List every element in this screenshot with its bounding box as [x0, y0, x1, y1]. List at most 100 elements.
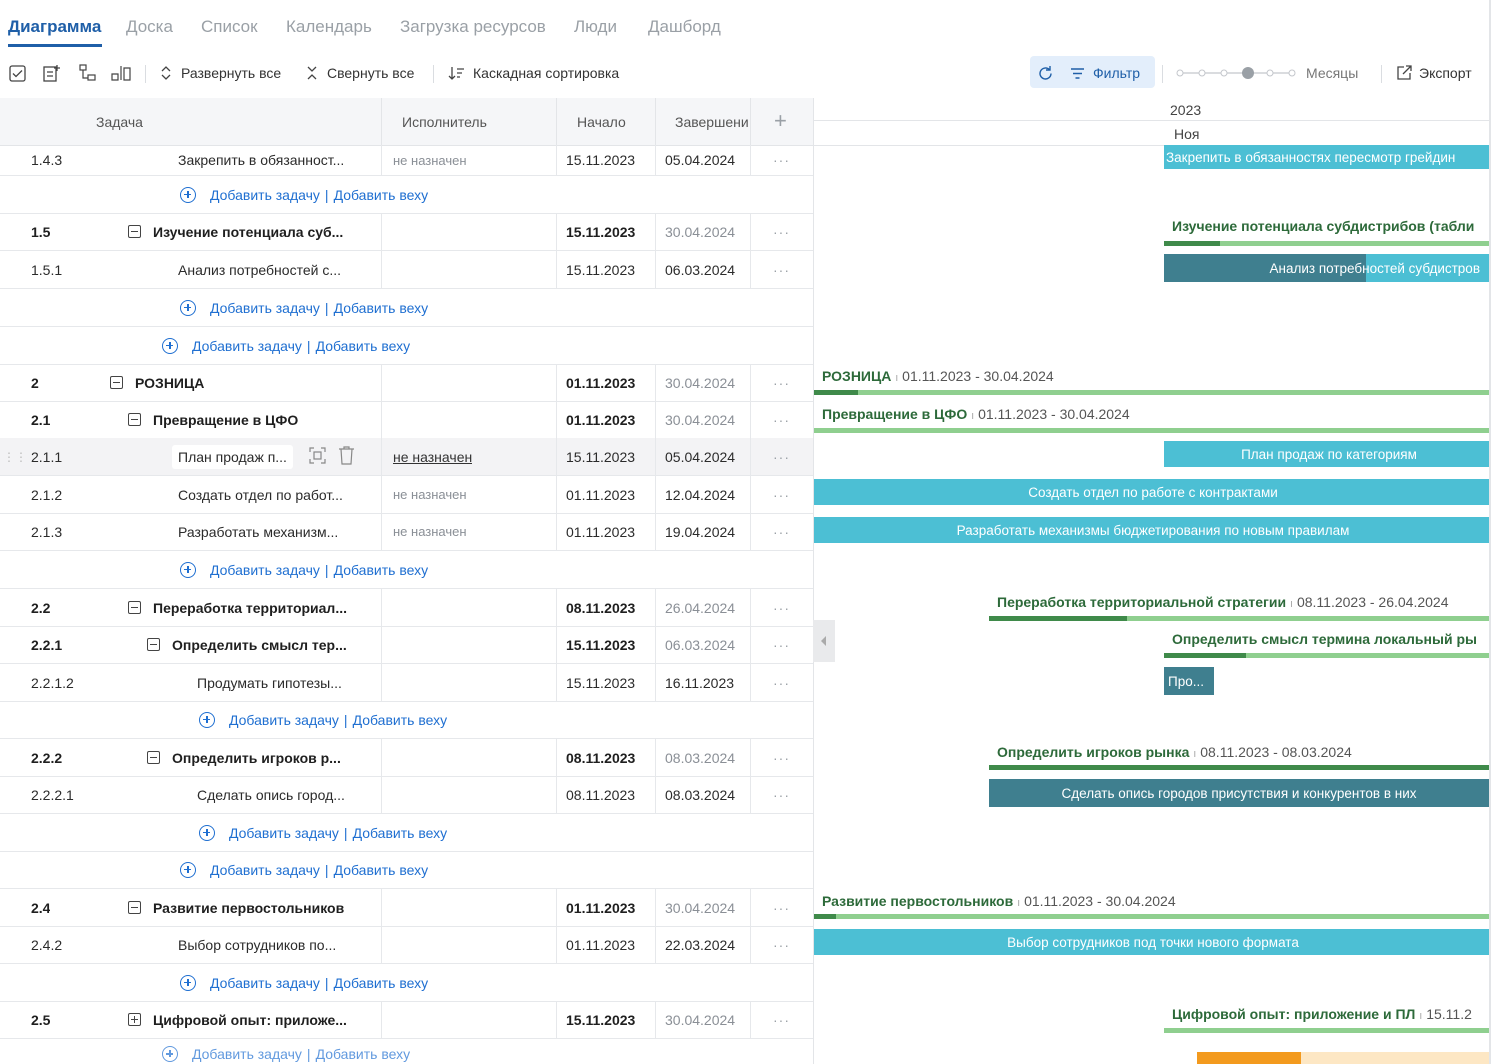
- tab-resource-load[interactable]: Загрузка ресурсов: [400, 17, 546, 37]
- column-task[interactable]: Задача: [96, 114, 143, 130]
- end-date[interactable]: 16.11.2023: [665, 664, 734, 701]
- task-name[interactable]: Создать отдел по работ...: [178, 476, 378, 513]
- add-task-link[interactable]: Добавить задачу: [210, 300, 320, 316]
- gantt-bar-partial[interactable]: [1197, 1052, 1491, 1064]
- row-menu-button[interactable]: ···: [773, 438, 790, 475]
- collapse-toggle-icon[interactable]: [147, 751, 160, 764]
- table-row[interactable]: 2.1.2 Создать отдел по работ... не назна…: [0, 476, 813, 514]
- hierarchy-icon[interactable]: [79, 56, 97, 90]
- end-date[interactable]: 30.04.2024: [665, 889, 735, 926]
- row-menu-button[interactable]: ···: [773, 513, 790, 550]
- table-row[interactable]: 2.2.2.1 Сделать опись город... 08.11.202…: [0, 776, 813, 814]
- row-menu-button[interactable]: ···: [773, 776, 790, 813]
- add-milestone-link[interactable]: Добавить веху: [353, 712, 448, 728]
- table-row[interactable]: 1.5.1 Анализ потребностей с... 15.11.202…: [0, 251, 813, 289]
- gantt-bar[interactable]: Сделать опись городов присутствия и конк…: [989, 779, 1489, 807]
- gantt-bar[interactable]: Анализ потребностей субдистров: [1164, 254, 1490, 282]
- row-menu-button[interactable]: ···: [773, 213, 790, 250]
- row-menu-button[interactable]: ···: [773, 664, 790, 701]
- start-date[interactable]: 15.11.2023: [566, 213, 635, 250]
- table-row[interactable]: 2 РОЗНИЦА 01.11.2023 30.04.2024 ···: [0, 364, 813, 402]
- column-end[interactable]: Завершени: [675, 114, 749, 130]
- gantt-group-label[interactable]: Изучение потенциала субдистрибов (табли: [1172, 218, 1474, 234]
- task-name[interactable]: Изучение потенциала суб...: [153, 224, 343, 240]
- row-menu-button[interactable]: ···: [773, 364, 790, 401]
- collapse-toggle-icon[interactable]: [147, 638, 160, 651]
- collapse-all-button[interactable]: Свернуть все: [306, 56, 414, 90]
- table-row[interactable]: 2.1 Превращение в ЦФО 01.11.2023 30.04.2…: [0, 401, 813, 439]
- task-name[interactable]: Превращение в ЦФО: [153, 412, 298, 428]
- add-task-link[interactable]: Добавить задачу: [229, 825, 339, 841]
- task-name[interactable]: План продаж п...: [172, 444, 293, 469]
- end-date[interactable]: 22.03.2024: [665, 926, 735, 963]
- row-menu-button[interactable]: ···: [773, 589, 790, 626]
- start-date[interactable]: 15.11.2023: [566, 145, 635, 175]
- start-date[interactable]: 15.11.2023: [566, 251, 635, 288]
- add-milestone-link[interactable]: Добавить веху: [334, 975, 429, 991]
- end-date[interactable]: 05.04.2024: [665, 145, 735, 175]
- task-name[interactable]: Развитие первостольников: [153, 900, 344, 916]
- gantt-bar[interactable]: Выбор сотрудников под точки нового форма…: [814, 929, 1491, 955]
- gantt-group-label[interactable]: Переработка территориальной стратегии ı …: [997, 594, 1449, 610]
- gantt-group-label[interactable]: Цифровой опыт: приложение и ПЛ ı 15.11.2: [1172, 1006, 1472, 1022]
- table-row[interactable]: 2.4.2 Выбор сотрудников по... 01.11.2023…: [0, 926, 813, 964]
- end-date[interactable]: 30.04.2024: [665, 401, 735, 438]
- checkbox-select-icon[interactable]: [9, 56, 26, 90]
- end-date[interactable]: 19.04.2024: [665, 513, 735, 550]
- table-row[interactable]: 1.5 Изучение потенциала суб... 15.11.202…: [0, 213, 813, 251]
- table-row[interactable]: 2.2.1.2 Продумать гипотезы... 15.11.2023…: [0, 664, 813, 702]
- task-name[interactable]: Анализ потребностей с...: [178, 251, 378, 288]
- export-button[interactable]: Экспорт: [1396, 56, 1472, 90]
- collapse-toggle-icon[interactable]: [128, 225, 141, 238]
- table-row[interactable]: 2.2.2 Определить игроков р... 08.11.2023…: [0, 739, 813, 777]
- add-milestone-link[interactable]: Добавить веху: [316, 1046, 411, 1062]
- add-milestone-link[interactable]: Добавить веху: [334, 300, 429, 316]
- collapse-toggle-icon[interactable]: [128, 601, 141, 614]
- end-date[interactable]: 05.04.2024: [665, 438, 735, 475]
- row-menu-button[interactable]: ···: [773, 1001, 790, 1038]
- start-date[interactable]: 15.11.2023: [566, 1001, 635, 1038]
- task-name[interactable]: Продумать гипотезы...: [197, 664, 377, 701]
- add-task-link[interactable]: Добавить задачу: [210, 862, 320, 878]
- task-name[interactable]: Сделать опись город...: [197, 776, 377, 813]
- table-row-selected[interactable]: ⋮⋮ 2.1.1 План продаж п... не назначен 15…: [0, 438, 813, 476]
- add-task-link[interactable]: Добавить задачу: [229, 712, 339, 728]
- add-task-link[interactable]: Добавить задачу: [192, 1046, 302, 1062]
- end-date[interactable]: 30.04.2024: [665, 213, 735, 250]
- add-milestone-link[interactable]: Добавить веху: [334, 562, 429, 578]
- table-row[interactable]: 2.2.1 Определить смысл тер... 15.11.2023…: [0, 626, 813, 664]
- add-milestone-link[interactable]: Добавить веху: [334, 862, 429, 878]
- panel-collapse-handle[interactable]: [813, 620, 835, 662]
- end-date[interactable]: 12.04.2024: [665, 476, 735, 513]
- add-task-link[interactable]: Добавить задачу: [210, 187, 320, 203]
- start-date[interactable]: 08.11.2023: [566, 589, 635, 626]
- end-date[interactable]: 26.04.2024: [665, 589, 735, 626]
- table-row[interactable]: 2.5 Цифровой опыт: приложе... 15.11.2023…: [0, 1001, 813, 1039]
- scale-slider[interactable]: [1176, 56, 1296, 90]
- collapse-toggle-icon[interactable]: [128, 901, 141, 914]
- row-menu-button[interactable]: ···: [773, 476, 790, 513]
- row-menu-button[interactable]: ···: [773, 145, 790, 175]
- row-menu-button[interactable]: ···: [773, 739, 790, 776]
- gantt-bar[interactable]: Закрепить в обязанностях пересмотр грейд…: [1164, 145, 1491, 169]
- gantt-bar[interactable]: План продаж по категориям: [1164, 441, 1491, 467]
- assignee[interactable]: не назначен: [393, 438, 472, 475]
- collapse-toggle-icon[interactable]: [110, 376, 123, 389]
- start-date[interactable]: 15.11.2023: [566, 626, 635, 663]
- table-row[interactable]: 2.4 Развитие первостольников 01.11.2023 …: [0, 889, 813, 927]
- add-task-icon[interactable]: [42, 56, 61, 90]
- start-date[interactable]: 08.11.2023: [566, 776, 635, 813]
- gantt-bar[interactable]: Разработать механизмы бюджетирования по …: [814, 517, 1491, 543]
- end-date[interactable]: 08.03.2024: [665, 739, 735, 776]
- collapse-toggle-icon[interactable]: [128, 413, 141, 426]
- expand-all-button[interactable]: Развернуть все: [160, 56, 281, 90]
- end-date[interactable]: 06.03.2024: [665, 626, 735, 663]
- row-menu-button[interactable]: ···: [773, 889, 790, 926]
- task-name[interactable]: Закрепить в обязанност...: [178, 145, 378, 175]
- column-start[interactable]: Начало: [577, 114, 626, 130]
- delete-icon[interactable]: [338, 445, 355, 468]
- refresh-icon[interactable]: [1037, 56, 1054, 90]
- task-name[interactable]: РОЗНИЦА: [135, 375, 204, 391]
- start-date[interactable]: 01.11.2023: [566, 889, 635, 926]
- assignee[interactable]: не назначен: [393, 476, 467, 513]
